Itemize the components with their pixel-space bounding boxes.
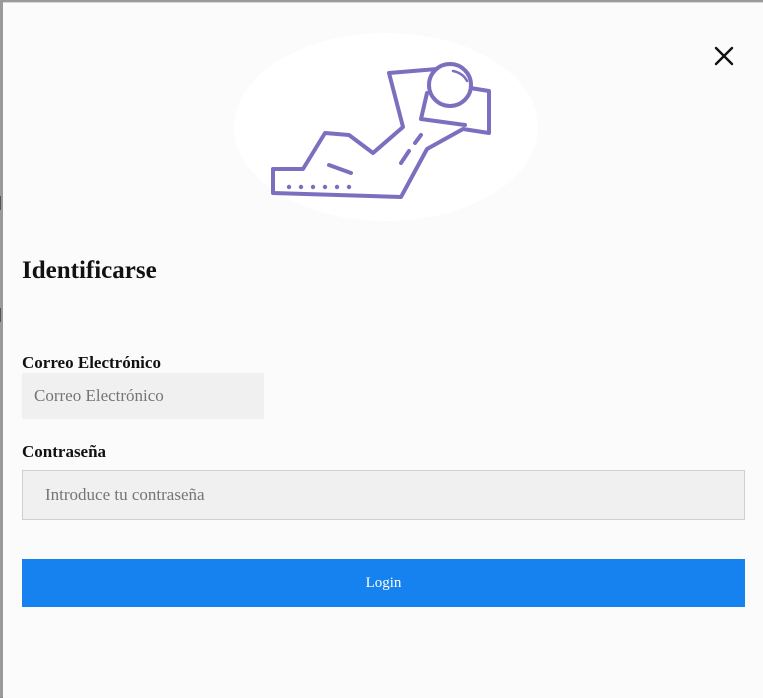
password-field[interactable]	[22, 470, 745, 520]
relaxing-person-illustration	[234, 33, 538, 221]
email-field[interactable]	[22, 373, 264, 419]
page-title: Identificarse	[22, 257, 157, 284]
login-modal: Identificarse Correo Electrónico Contras…	[3, 2, 763, 698]
close-icon	[714, 46, 734, 66]
password-label: Contraseña	[22, 442, 107, 461]
close-button[interactable]	[711, 43, 737, 69]
login-button[interactable]: Login	[22, 559, 745, 607]
email-label: Correo Electrónico	[22, 353, 161, 372]
